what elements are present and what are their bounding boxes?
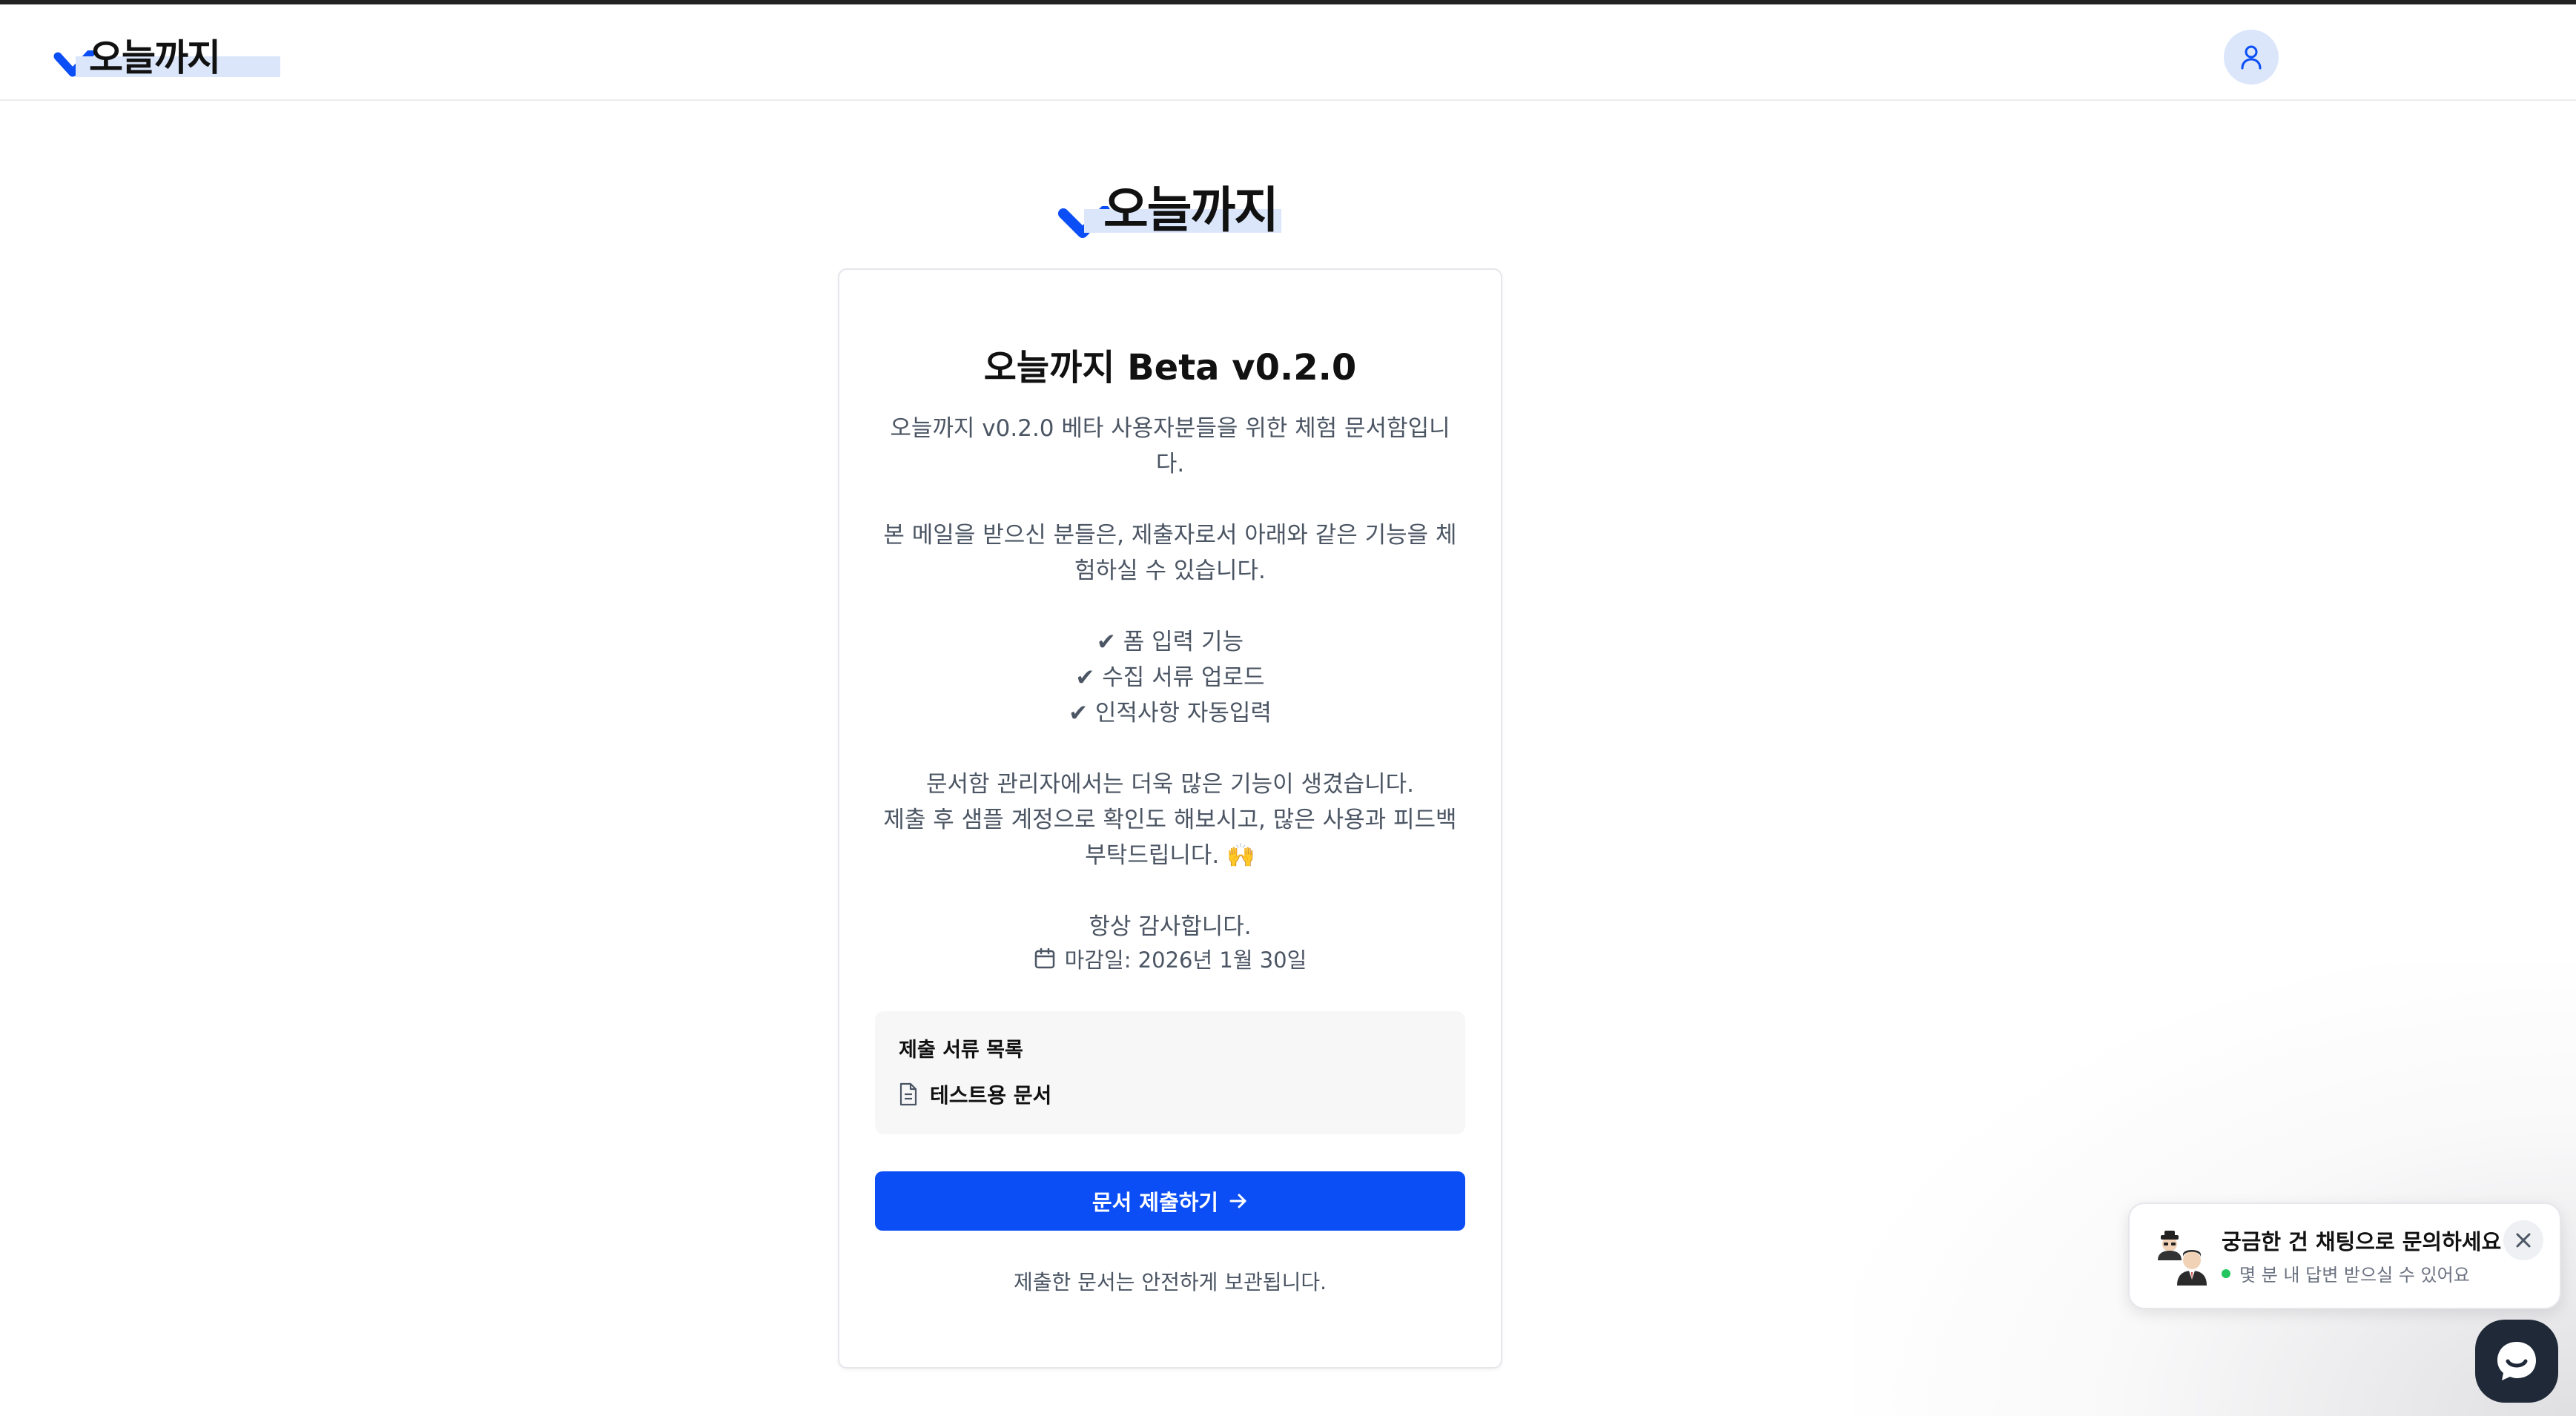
- document-name: 테스트용 문서: [930, 1083, 1052, 1108]
- thanks-text: 항상 감사합니다.: [1089, 913, 1252, 940]
- close-popup-button[interactable]: [2503, 1220, 2543, 1260]
- top-header: 오늘까지: [0, 4, 2576, 101]
- card-title: 오늘까지 Beta v0.2.0: [983, 347, 1357, 388]
- profile-button[interactable]: [2224, 30, 2279, 85]
- chat-bubble-icon: [2497, 1342, 2536, 1380]
- document-list-title: 제출 서류 목록: [899, 1039, 1023, 1062]
- file-text-icon: [899, 1082, 917, 1106]
- close-icon: [2516, 1233, 2531, 1248]
- admin-note-text: 문서함 관리자에서는 더욱 많은 기능이 생겼습니다.: [925, 771, 1415, 798]
- logo-wordmark: 오늘까지: [1103, 182, 1279, 239]
- document-card: 오늘까지 Beta v0.2.0 오늘까지 v0.2.0 베타 사용자분들을 위…: [838, 268, 1502, 1369]
- submit-button-label: 문서 제출하기: [1092, 1190, 1219, 1215]
- submit-documents-button[interactable]: 문서 제출하기: [875, 1171, 1465, 1231]
- user-icon: [2241, 45, 2262, 70]
- deadline: 마감일: 2026년 1월 30일: [839, 943, 1501, 974]
- feature-item: ✔ 폼 입력 기능: [1096, 629, 1244, 655]
- chat-prompt-popup[interactable]: 궁금한 건 채팅으로 문의하세요 몇 분 내 답변 받으실 수 있어요: [2128, 1202, 2561, 1309]
- feature-item: ✔ 인적사항 자동입력: [1069, 700, 1272, 727]
- calendar-icon: [1034, 947, 1054, 969]
- intro-text: 오늘까지 v0.2.0 베타 사용자분들을 위한 체험 문서함입니다.: [890, 415, 1450, 477]
- support-agents-icon: [2158, 1231, 2207, 1286]
- chat-response-time: 몇 분 내 답변 받으실 수 있어요: [2239, 1265, 2470, 1286]
- feature-item: ✔ 수집 서류 업로드: [1075, 664, 1265, 691]
- chat-popup-subtitle: 몇 분 내 답변 받으실 수 있어요: [2222, 1260, 2470, 1286]
- chat-launcher-button[interactable]: [2475, 1320, 2558, 1403]
- chat-popup-title: 궁금한 건 채팅으로 문의하세요: [2222, 1229, 2502, 1254]
- list-item: 테스트용 문서: [899, 1079, 1051, 1109]
- online-status-dot: [2222, 1268, 2230, 1278]
- document-list: 제출 서류 목록 테스트용 문서: [875, 1011, 1465, 1134]
- feedback-text: 제출 후 샘플 계정으로 확인도 해보시고, 많은 사용과 피드백 부탁드립니다…: [883, 807, 1457, 869]
- card-description: 오늘까지 v0.2.0 베타 사용자분들을 위한 체험 문서함입니다. 본 메일…: [876, 411, 1464, 944]
- logo-wordmark: 오늘까지: [89, 36, 221, 79]
- header-logo[interactable]: 오늘까지: [53, 27, 280, 80]
- safety-note: 제출한 문서는 안전하게 보관됩니다.: [1013, 1270, 1327, 1294]
- arrow-right-icon: [1229, 1194, 1246, 1208]
- main-logo: 오늘까지: [1057, 168, 1281, 242]
- deadline-text: 마감일: 2026년 1월 30일: [1064, 947, 1307, 973]
- description-text: 본 메일을 받으신 분들은, 제출자로서 아래와 같은 기능을 체험하실 수 있…: [883, 522, 1457, 584]
- background-glow: [1854, 964, 2576, 1416]
